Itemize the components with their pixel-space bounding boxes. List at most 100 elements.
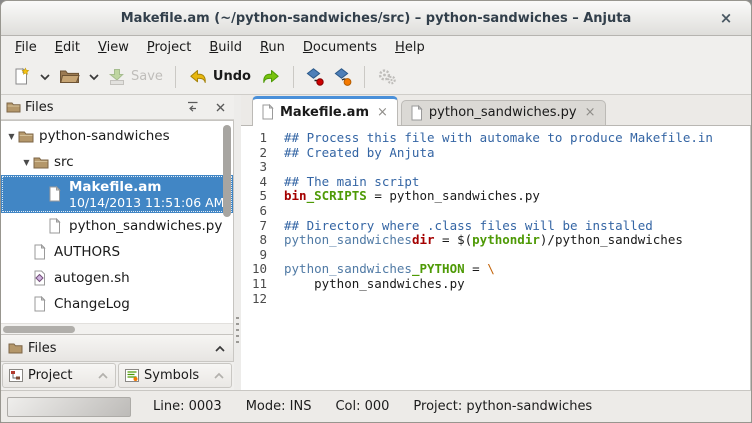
gears-button[interactable] [372, 64, 402, 89]
code-text: python_sandwichesdir = $(pythondir)/pyth… [267, 233, 683, 248]
undo-button[interactable]: Undo [183, 64, 256, 89]
code-text: ## The main script [267, 175, 419, 190]
file-icon [48, 186, 66, 202]
tree-item-python-sandwiches-py[interactable]: python_sandwiches.py [1, 213, 233, 239]
code-line: 5bin_SCRIPTS = python_sandwiches.py [241, 189, 750, 204]
folder-icon [18, 130, 36, 143]
tree-item-text: ChangeLog [51, 296, 130, 312]
tree-item-python-sandwiches[interactable]: ▼ python-sandwiches [1, 123, 233, 149]
line-number: 1 [241, 131, 267, 146]
line-number: 12 [241, 292, 267, 307]
sidebar-splitter[interactable] [234, 95, 241, 390]
files-shelf-button[interactable]: Files [1, 335, 234, 362]
code-text: ## Process this file with automake to pr… [267, 131, 713, 146]
open-file-dropdown[interactable] [85, 69, 103, 85]
tree-item-label: src [51, 154, 74, 170]
tree-item-text: src [51, 154, 74, 170]
tree-item-autogen-sh[interactable]: autogen.sh [1, 265, 233, 291]
symbols-icon [125, 369, 139, 382]
tab-close-icon[interactable]: × [375, 105, 388, 120]
menu-help[interactable]: Help [386, 37, 434, 58]
code-line: 2## Created by Anjuta [241, 146, 750, 161]
redo-icon [261, 68, 281, 85]
chevron-up-icon [214, 344, 226, 353]
tree-item-text: python-sandwiches [36, 128, 170, 144]
dock-close-icon[interactable] [211, 99, 229, 115]
tree-item-label: python-sandwiches [36, 128, 170, 144]
save-icon [108, 68, 126, 86]
toolbar-separator [293, 66, 294, 88]
tab-python-sandwiches-py[interactable]: python_sandwiches.py× [401, 100, 606, 125]
line-number: 3 [241, 160, 267, 175]
tree-item-authors[interactable]: AUTHORS [1, 239, 233, 265]
code-line: 12 [241, 292, 750, 307]
tree-item-label: python_sandwiches.py [66, 218, 222, 234]
line-number: 10 [241, 262, 267, 277]
menu-run[interactable]: Run [251, 37, 294, 58]
code-text: ## Directory where .class files will be … [267, 219, 653, 234]
chevron-up-icon [213, 371, 225, 380]
code-text [267, 160, 284, 175]
dock-iconify-icon[interactable] [183, 99, 201, 115]
tree-item-text: python_sandwiches.py [66, 218, 222, 234]
tree-vertical-scrollbar[interactable] [222, 123, 232, 320]
code-line: 3 [241, 160, 750, 175]
new-file-dropdown[interactable] [36, 69, 54, 85]
gears-icon [377, 68, 397, 85]
tree-item-makefile-am[interactable]: Makefile.am10/14/2013 11:51:06 AM [1, 175, 233, 213]
project-icon [9, 369, 23, 382]
open-folder-icon [59, 68, 80, 85]
expander-down-icon[interactable]: ▼ [5, 132, 18, 141]
project-shelf-label: Project [28, 368, 92, 383]
project-shelf-button[interactable]: Project [2, 363, 116, 388]
tree-item-text: autogen.sh [51, 270, 130, 286]
redo-button[interactable] [256, 64, 286, 89]
files-panel-header: Files [1, 95, 234, 120]
files-shelf-label: Files [28, 341, 209, 356]
tab-label: Makefile.am [280, 105, 369, 120]
goto-definition-button[interactable] [301, 64, 329, 90]
progress-bar [7, 397, 131, 417]
tab-close-icon[interactable]: × [583, 105, 596, 120]
sidebar-dock-buttons: Project Symbols [1, 362, 234, 390]
menu-file[interactable]: File [6, 37, 46, 58]
new-file-button[interactable] [7, 63, 36, 90]
menu-project[interactable]: Project [138, 37, 201, 58]
titlebar[interactable]: Makefile.am (~/python-sandwiches/src) – … [1, 1, 751, 36]
goto-declaration-icon [334, 68, 352, 86]
line-number: 6 [241, 204, 267, 219]
editor-tabbar: Makefile.am×python_sandwiches.py× [241, 95, 751, 126]
open-file-button[interactable] [54, 64, 85, 89]
file-icon [48, 218, 66, 234]
editor-area: Makefile.am×python_sandwiches.py× 1## Pr… [241, 95, 751, 390]
window-title: Makefile.am (~/python-sandwiches/src) – … [121, 11, 632, 26]
menu-documents[interactable]: Documents [294, 37, 386, 58]
code-line: 10python_sandwiches_PYTHON = \ [241, 262, 750, 277]
chevron-down-icon [39, 73, 51, 81]
window-close-icon[interactable]: × [715, 7, 737, 29]
tree-item-date: 10/14/2013 11:51:06 AM [66, 195, 224, 210]
tree-horizontal-scrollbar[interactable] [1, 323, 233, 334]
menu-build[interactable]: Build [200, 37, 251, 58]
code-editor[interactable]: 1## Process this file with automake to p… [241, 126, 751, 390]
menu-view[interactable]: View [89, 37, 138, 58]
expander-down-icon[interactable]: ▼ [20, 158, 33, 167]
tree-item-src[interactable]: ▼ src [1, 149, 233, 175]
files-panel-title: Files [25, 100, 173, 115]
script-icon [33, 270, 51, 286]
save-button[interactable]: Save [103, 64, 168, 90]
tree-item-changelog[interactable]: ChangeLog [1, 291, 233, 317]
anjuta-window: Makefile.am (~/python-sandwiches/src) – … [0, 0, 752, 423]
status-project: Project: python-sandwiches [413, 399, 592, 414]
code-line: 7## Directory where .class files will be… [241, 219, 750, 234]
code-text [267, 292, 284, 307]
menu-edit[interactable]: Edit [46, 37, 89, 58]
main-area: Files ▼python-sandwiches▼srcMakefile.am1… [1, 95, 751, 390]
symbols-shelf-button[interactable]: Symbols [118, 363, 232, 388]
file-tree-panel: ▼ python-sandwiches ▼ src Makefile.am10/14/2… [1, 120, 234, 335]
files-sidebar: Files ▼ python-sandwiches ▼ src Makefile.am1… [1, 95, 234, 390]
tab-makefile-am[interactable]: Makefile.am × [252, 96, 398, 126]
line-number: 2 [241, 146, 267, 161]
line-number: 9 [241, 248, 267, 263]
goto-declaration-button[interactable] [329, 64, 357, 90]
